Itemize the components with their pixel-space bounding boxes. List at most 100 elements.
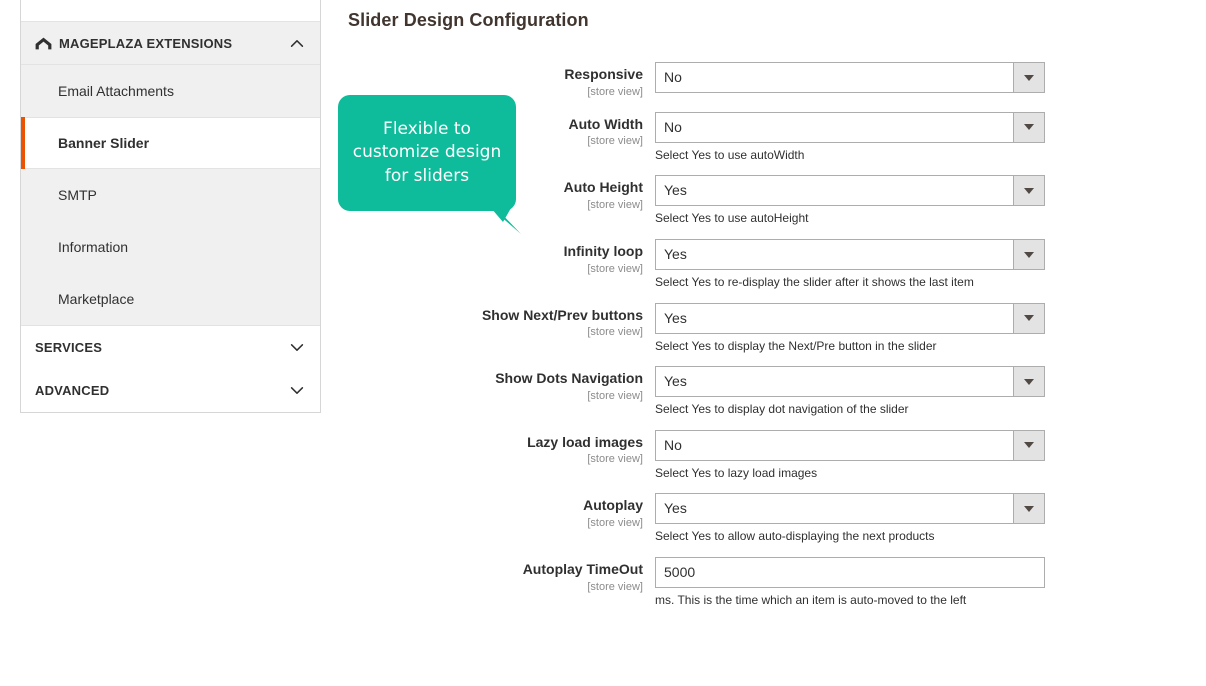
field-label-infinity-loop: Infinity loop [store view] — [348, 239, 655, 277]
select-value-responsive: No — [664, 69, 682, 85]
field-control-autoplay-timeout: 5000 ms. This is the time which an item i… — [655, 557, 1045, 609]
field-scope-text: [store view] — [587, 198, 643, 211]
sidebar-item-label: Marketplace — [58, 291, 135, 307]
select-auto-width[interactable]: No — [655, 111, 1045, 143]
sidebar-section-mageplaza-extensions[interactable]: MAGEPLAZA EXTENSIONS — [21, 22, 320, 65]
field-label-auto-height: Auto Height [store view] — [348, 175, 655, 213]
sidebar-section-services[interactable]: SERVICES — [21, 326, 320, 369]
field-row-auto-height: Auto Height [store view] Yes Select Yes to … — [348, 175, 1206, 227]
chevron-down-icon[interactable] — [1013, 63, 1044, 92]
select-show-dots-navigation[interactable]: Yes — [655, 366, 1045, 398]
sidebar-section-label: ADVANCED — [35, 383, 110, 398]
input-autoplay-timeout[interactable]: 5000 — [655, 557, 1045, 589]
select-autoplay[interactable]: Yes — [655, 493, 1045, 525]
chevron-down-icon[interactable] — [1013, 303, 1044, 333]
select-infinity-loop[interactable]: Yes — [655, 239, 1045, 271]
field-label-lazy-load-images: Lazy load images [store view] — [348, 430, 655, 468]
sidebar-item-smtp[interactable]: SMTP — [21, 169, 320, 221]
field-row-responsive: Responsive [store view] No — [348, 62, 1206, 100]
chevron-down-icon[interactable] — [1013, 367, 1044, 397]
field-note-auto-height: Select Yes to use autoHeight — [655, 211, 809, 226]
field-label-autoplay: Autoplay [store view] — [348, 493, 655, 531]
input-value-autoplay-timeout: 5000 — [664, 564, 696, 581]
sidebar-item-label: SMTP — [58, 187, 97, 203]
chevron-down-icon — [290, 344, 304, 351]
slider-design-configuration-form: Responsive [store view] No Auto Width [store… — [348, 62, 1206, 621]
select-value-show-next-prev-buttons: Yes — [664, 309, 687, 326]
field-label-show-next-prev-buttons: Show Next/Prev buttons [store view] — [348, 303, 655, 341]
chevron-down-icon[interactable] — [1013, 176, 1044, 206]
field-scope-text: [store view] — [587, 262, 643, 275]
field-note-show-dots-navigation: Select Yes to display dot navigation of … — [655, 402, 909, 417]
field-scope-text: [store view] — [587, 135, 643, 148]
select-auto-height[interactable]: Yes — [655, 175, 1045, 207]
sidebar-item-information[interactable]: Information — [21, 221, 320, 273]
select-value-show-dots-navigation: Yes — [664, 373, 687, 390]
field-label-text: Show Dots Navigation — [495, 370, 643, 387]
field-control-show-dots-navigation: Yes Select Yes to display dot navigation … — [655, 366, 1045, 418]
chevron-down-icon[interactable] — [1013, 240, 1044, 270]
field-label-text: Autoplay TimeOut — [522, 561, 643, 578]
sidebar-top-stub — [21, 0, 320, 22]
field-note-autoplay: Select Yes to allow auto-displaying the … — [655, 529, 935, 544]
select-value-lazy-load-images: No — [664, 436, 682, 453]
sidebar-item-label: Information — [58, 239, 129, 255]
field-scope-text: [store view] — [587, 516, 643, 529]
field-label-text: Auto Height — [563, 179, 643, 196]
field-label-responsive: Responsive [store view] — [348, 62, 655, 100]
chevron-up-icon — [290, 39, 304, 47]
sidebar-item-label: Banner Slider — [58, 135, 150, 151]
page-title: Slider Design Configuration — [348, 10, 589, 30]
field-label-text: Lazy load images — [527, 433, 643, 450]
field-note-lazy-load-images: Select Yes to lazy load images — [655, 465, 818, 480]
field-label-text: Auto Width — [568, 115, 643, 132]
select-lazy-load-images[interactable]: No — [655, 429, 1045, 461]
field-row-infinity-loop: Infinity loop [store view] Yes Select Yes t… — [348, 239, 1206, 291]
field-scope-text: [store view] — [587, 85, 643, 98]
field-row-show-next-prev-buttons: Show Next/Prev buttons [store view] Yes Sel… — [348, 302, 1206, 355]
sidebar-section-label: SERVICES — [35, 340, 103, 355]
field-note-show-next-prev-buttons: Select Yes to display the Next/Pre butto… — [655, 338, 937, 353]
field-label-text: Infinity loop — [563, 243, 643, 260]
field-scope-text: [store view] — [587, 389, 643, 402]
chevron-down-icon[interactable] — [1013, 494, 1044, 524]
chevron-down-icon[interactable] — [1013, 430, 1044, 460]
select-value-infinity-loop: Yes — [664, 246, 687, 263]
field-control-infinity-loop: Yes Select Yes to re-display the slider a… — [655, 239, 1045, 291]
field-row-show-dots-navigation: Show Dots Navigation [store view] Yes Selec… — [348, 366, 1206, 418]
sidebar-section-label: MAGEPLAZA EXTENSIONS — [59, 35, 233, 51]
sidebar-section-advanced[interactable]: ADVANCED — [21, 369, 320, 412]
field-control-responsive: No — [655, 62, 1045, 93]
sidebar-item-label: Email Attachments — [58, 83, 174, 99]
select-value-auto-width: No — [664, 118, 682, 135]
page-root: MAGEPLAZA EXTENSIONS Email Attachments Ban… — [0, 0, 1206, 686]
admin-sidebar-menu: MAGEPLAZA EXTENSIONS Email Attachments Ban… — [20, 0, 321, 413]
select-responsive[interactable]: No — [655, 62, 1045, 93]
field-control-auto-height: Yes Select Yes to use autoHeight — [655, 175, 1045, 227]
field-note-autoplay-timeout: ms. This is the time which an item is au… — [655, 593, 967, 608]
field-control-show-next-prev-buttons: Yes Select Yes to display the Next/Pre bu… — [655, 302, 1045, 355]
mageplaza-arch-logo-icon — [35, 37, 52, 49]
field-scope-text: [store view] — [587, 326, 643, 339]
field-row-lazy-load-images: Lazy load images [store view] No Select Yes… — [348, 429, 1206, 482]
sidebar-item-email-attachments[interactable]: Email Attachments — [21, 65, 320, 117]
field-row-autoplay-timeout: Autoplay TimeOut [store view] 5000 ms. This… — [348, 557, 1206, 609]
main-content: Slider Design Configuration Flexible to … — [338, 0, 1206, 686]
sidebar-item-marketplace[interactable]: Marketplace — [21, 273, 320, 325]
field-label-show-dots-navigation: Show Dots Navigation [store view] — [348, 366, 655, 404]
field-note-infinity-loop: Select Yes to re-display the slider afte… — [655, 275, 974, 290]
field-label-auto-width: Auto Width [store view] — [348, 112, 655, 150]
field-label-text: Responsive — [564, 66, 643, 82]
field-row-auto-width: Auto Width [store view] No Select Yes to us… — [348, 111, 1206, 164]
chevron-down-icon — [290, 387, 304, 394]
field-control-autoplay: Yes Select Yes to allow auto-displaying t… — [655, 493, 1045, 545]
field-note-auto-width: Select Yes to use autoWidth — [655, 147, 805, 162]
field-row-autoplay: Autoplay [store view] Yes Select Yes to all… — [348, 493, 1206, 545]
sidebar-item-banner-slider[interactable]: Banner Slider — [21, 117, 320, 169]
select-show-next-prev-buttons[interactable]: Yes — [655, 302, 1045, 334]
field-label-autoplay-timeout: Autoplay TimeOut [store view] — [348, 557, 655, 595]
select-value-autoplay: Yes — [664, 500, 687, 517]
field-scope-text: [store view] — [587, 580, 643, 593]
chevron-down-icon[interactable] — [1013, 112, 1044, 142]
sidebar-section-items-mageplaza-extensions: Email Attachments Banner Slider SMTP Inform… — [21, 65, 320, 326]
